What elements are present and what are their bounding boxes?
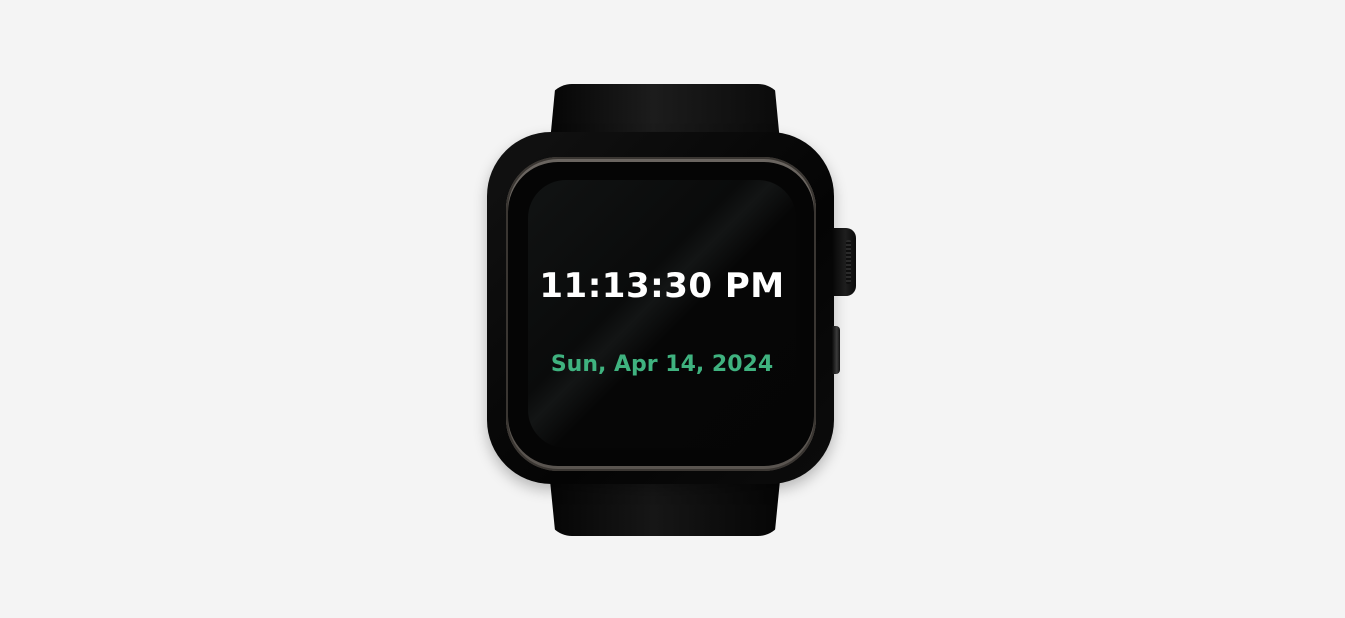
clock-time: 11:13:30 PM xyxy=(539,266,785,306)
digital-crown[interactable] xyxy=(832,228,856,296)
page-stage: 11:13:30 PM Sun, Apr 14, 2024 xyxy=(0,0,1345,618)
clock-date: Sun, Apr 14, 2024 xyxy=(550,352,774,377)
watch-screen xyxy=(528,180,796,448)
side-button[interactable] xyxy=(832,326,840,374)
